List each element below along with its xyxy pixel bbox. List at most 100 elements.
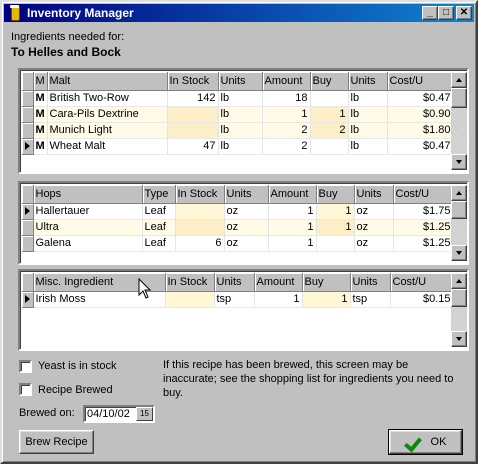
cost-cell[interactable]: $1.25 xyxy=(393,219,454,236)
type-cell[interactable]: Leaf xyxy=(142,235,176,252)
yeast-in-stock-label[interactable]: Yeast is in stock xyxy=(38,360,116,372)
scroll-up-button[interactable] xyxy=(451,72,467,88)
column-header[interactable]: Amount xyxy=(268,185,317,204)
column-header[interactable]: Units xyxy=(224,185,269,204)
cost-cell[interactable]: $1.25 xyxy=(393,235,454,252)
column-header[interactable]: Units xyxy=(350,273,391,292)
row-indicator[interactable] xyxy=(22,138,34,155)
close-button[interactable]: ✕ xyxy=(456,6,472,20)
column-header[interactable]: M xyxy=(33,72,48,91)
column-header[interactable]: Cost/U xyxy=(387,72,454,91)
column-header[interactable]: In Stock xyxy=(167,72,219,91)
row-indicator[interactable] xyxy=(22,106,34,123)
brew-recipe-button[interactable]: Brew Recipe xyxy=(19,430,94,454)
column-header[interactable]: Buy xyxy=(302,273,351,292)
buy-units-cell[interactable]: oz xyxy=(354,203,394,220)
table-row[interactable]: M Wheat Malt 47 lb 2 lb $0.47 xyxy=(22,138,454,155)
scroll-up-button[interactable] xyxy=(451,185,467,201)
in-stock-cell[interactable]: 142 xyxy=(167,90,219,107)
mash-flag-cell[interactable]: M xyxy=(33,138,48,155)
row-indicator[interactable] xyxy=(22,90,34,107)
buy-cell[interactable] xyxy=(310,90,349,107)
hop-name-cell[interactable]: Ultra xyxy=(33,219,143,236)
minimize-button[interactable]: _ xyxy=(422,6,438,20)
mash-flag-cell[interactable]: M xyxy=(33,106,48,123)
ok-button[interactable]: OK xyxy=(388,429,463,455)
malt-name-cell[interactable]: British Two-Row xyxy=(47,90,168,107)
malt-scrollbar[interactable] xyxy=(451,72,467,170)
buy-cell[interactable]: 1 xyxy=(316,203,355,220)
in-stock-cell[interactable] xyxy=(167,122,219,139)
mash-flag-cell[interactable]: M xyxy=(33,90,48,107)
recipe-brewed-checkbox[interactable] xyxy=(19,383,32,396)
cost-cell[interactable]: $0.47 xyxy=(387,138,454,155)
amount-cell[interactable]: 1 xyxy=(262,106,311,123)
buy-units-cell[interactable]: lb xyxy=(348,122,388,139)
hops-grid[interactable]: Hops Type In Stock Units Amount Buy Unit… xyxy=(18,181,469,265)
in-stock-cell[interactable]: 6 xyxy=(175,235,225,252)
column-header[interactable]: Units xyxy=(218,72,263,91)
scroll-down-button[interactable] xyxy=(451,154,467,170)
yeast-in-stock-checkbox[interactable] xyxy=(19,360,32,373)
malt-name-cell[interactable]: Munich Light xyxy=(47,122,168,139)
column-header[interactable]: Malt xyxy=(47,72,168,91)
amount-cell[interactable]: 2 xyxy=(262,138,311,155)
amount-cell[interactable]: 1 xyxy=(268,235,317,252)
buy-cell[interactable]: 1 xyxy=(310,106,349,123)
amount-cell[interactable]: 1 xyxy=(268,203,317,220)
table-row[interactable]: M British Two-Row 142 lb 18 lb $0.47 xyxy=(22,90,454,107)
row-indicator[interactable] xyxy=(22,203,34,220)
column-header[interactable]: Hops xyxy=(33,185,143,204)
units-cell[interactable]: lb xyxy=(218,122,263,139)
buy-cell[interactable] xyxy=(316,235,355,252)
column-header[interactable]: Cost/U xyxy=(393,185,454,204)
buy-cell[interactable]: 1 xyxy=(302,291,351,308)
hop-name-cell[interactable]: Galena xyxy=(33,235,143,252)
misc-grid[interactable]: Misc. Ingredient In Stock Units Amount B… xyxy=(18,269,469,351)
mash-flag-cell[interactable]: M xyxy=(33,122,48,139)
maximize-button[interactable]: □ xyxy=(438,6,454,20)
scroll-down-button[interactable] xyxy=(451,331,467,347)
hop-name-cell[interactable]: Hallertauer xyxy=(33,203,143,220)
row-indicator[interactable] xyxy=(22,122,34,139)
buy-units-cell[interactable]: lb xyxy=(348,138,388,155)
cost-cell[interactable]: $0.90 xyxy=(387,106,454,123)
amount-cell[interactable]: 18 xyxy=(262,90,311,107)
buy-units-cell[interactable]: oz xyxy=(354,235,394,252)
cost-cell[interactable]: $0.15 xyxy=(390,291,454,308)
column-header[interactable]: Units xyxy=(214,273,255,292)
column-header[interactable]: Type xyxy=(142,185,176,204)
units-cell[interactable]: oz xyxy=(224,235,269,252)
in-stock-cell[interactable]: 47 xyxy=(167,138,219,155)
brewed-on-date-field[interactable]: 04/10/02 15 xyxy=(83,405,155,423)
in-stock-cell[interactable] xyxy=(167,106,219,123)
malt-name-cell[interactable]: Cara-Pils Dextrine xyxy=(47,106,168,123)
malt-name-cell[interactable]: Wheat Malt xyxy=(47,138,168,155)
scroll-up-button[interactable] xyxy=(451,273,467,289)
buy-cell[interactable]: 2 xyxy=(310,122,349,139)
recipe-brewed-label[interactable]: Recipe Brewed xyxy=(38,384,113,396)
column-header[interactable]: Units xyxy=(348,72,388,91)
buy-cell[interactable]: 1 xyxy=(316,219,355,236)
cost-cell[interactable]: $0.47 xyxy=(387,90,454,107)
scroll-down-button[interactable] xyxy=(451,245,467,261)
amount-cell[interactable]: 2 xyxy=(262,122,311,139)
malt-grid[interactable]: M Malt In Stock Units Amount Buy Units C… xyxy=(18,68,469,174)
table-row[interactable]: Hallertauer Leaf oz 1 1 oz $1.75 xyxy=(22,203,454,220)
units-cell[interactable]: oz xyxy=(224,219,269,236)
buy-units-cell[interactable]: lb xyxy=(348,90,388,107)
buy-units-cell[interactable]: lb xyxy=(348,106,388,123)
buy-cell[interactable] xyxy=(310,138,349,155)
row-indicator[interactable] xyxy=(22,291,34,308)
buy-units-cell[interactable]: oz xyxy=(354,219,394,236)
column-header[interactable]: Amount xyxy=(262,72,311,91)
column-header[interactable]: Amount xyxy=(254,273,303,292)
scroll-thumb[interactable] xyxy=(451,88,467,108)
in-stock-cell[interactable] xyxy=(175,219,225,236)
title-bar[interactable]: Inventory Manager _ □ ✕ xyxy=(4,4,474,22)
type-cell[interactable]: Leaf xyxy=(142,219,176,236)
column-header[interactable]: Buy xyxy=(316,185,355,204)
column-header[interactable]: In Stock xyxy=(175,185,225,204)
type-cell[interactable]: Leaf xyxy=(142,203,176,220)
in-stock-cell[interactable] xyxy=(165,291,215,308)
